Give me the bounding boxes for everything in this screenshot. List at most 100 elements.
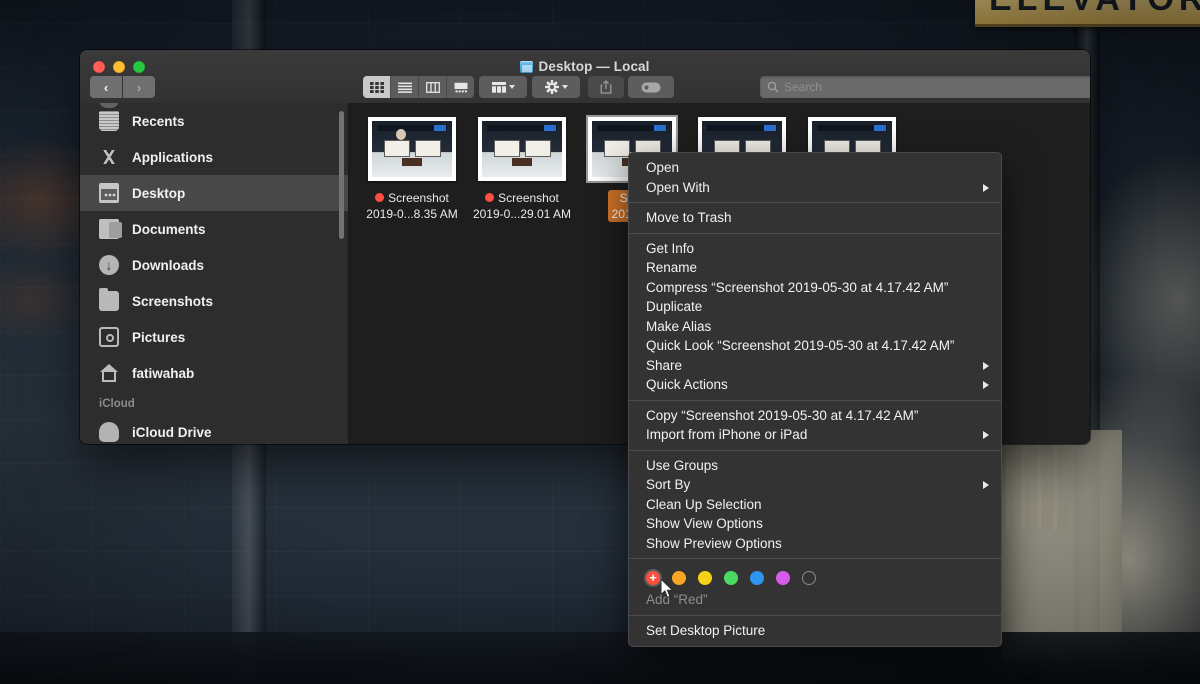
sidebar-item-label: Pictures bbox=[132, 330, 185, 345]
documents-icon bbox=[99, 219, 119, 239]
gallery-view-button[interactable] bbox=[447, 76, 474, 98]
columns-icon bbox=[426, 82, 440, 93]
menu-item-get-info[interactable]: Get Info bbox=[629, 239, 1001, 259]
menu-item-move-to-trash[interactable]: Move to Trash bbox=[629, 208, 1001, 228]
chevron-right-icon bbox=[983, 481, 989, 489]
search-input[interactable]: Search bbox=[760, 76, 1090, 98]
sidebar-item-applications[interactable]: Applications bbox=[80, 139, 348, 175]
file-name-line2: 2019-0...29.01 AM bbox=[473, 207, 571, 221]
tag-green-button[interactable] bbox=[724, 571, 738, 585]
share-icon bbox=[600, 80, 612, 94]
menu-item-copy[interactable]: Copy “Screenshot 2019-05-30 at 4.17.42 A… bbox=[629, 406, 1001, 426]
sidebar-item-label: Desktop bbox=[132, 186, 185, 201]
menu-item-label: Open With bbox=[646, 180, 710, 195]
tag-dot-icon bbox=[485, 193, 494, 202]
sidebar-item-label: Downloads bbox=[132, 258, 204, 273]
navigation-buttons: ‹ › bbox=[90, 76, 155, 98]
menu-item-sort-by[interactable]: Sort By bbox=[629, 475, 1001, 495]
tag-color-row bbox=[629, 564, 1001, 587]
sidebar-section-icloud: iCloud bbox=[80, 391, 348, 414]
menu-item-open-with[interactable]: Open With bbox=[629, 178, 1001, 198]
menu-item-set-desktop-picture[interactable]: Set Desktop Picture bbox=[629, 621, 1001, 641]
chevron-down-icon bbox=[509, 85, 515, 89]
gear-icon bbox=[545, 80, 559, 94]
window-title-text: Desktop — Local bbox=[538, 59, 649, 74]
forward-button[interactable]: › bbox=[123, 76, 155, 98]
menu-item-use-groups[interactable]: Use Groups bbox=[629, 456, 1001, 476]
menu-item-make-alias[interactable]: Make Alias bbox=[629, 317, 1001, 337]
sidebar-item-screenshots[interactable]: Screenshots bbox=[80, 283, 348, 319]
sidebar: Recents Applications Desktop Documents D… bbox=[80, 103, 349, 444]
menu-item-duplicate[interactable]: Duplicate bbox=[629, 297, 1001, 317]
sidebar-item-recents[interactable]: Recents bbox=[80, 103, 348, 139]
toolbar: ‹ › bbox=[80, 75, 1090, 103]
sidebar-item-fatiwahab[interactable]: fatiwahab bbox=[80, 355, 348, 391]
pictures-icon bbox=[99, 327, 119, 347]
sidebar-item-pictures[interactable]: Pictures bbox=[80, 319, 348, 355]
tag-yellow-button[interactable] bbox=[698, 571, 712, 585]
action-menu-button[interactable] bbox=[532, 76, 580, 98]
desktop-icon bbox=[99, 183, 119, 203]
grid-icon bbox=[370, 82, 384, 93]
view-mode-segmented-control bbox=[363, 76, 474, 98]
window-titlebar: Desktop — Local ‹ › bbox=[80, 50, 1090, 104]
file-name-line1: Screenshot bbox=[498, 191, 559, 205]
file-name-line1: Screenshot bbox=[388, 191, 449, 205]
menu-item-open[interactable]: Open bbox=[629, 158, 1001, 178]
back-button[interactable]: ‹ bbox=[90, 76, 122, 98]
file-thumbnail[interactable] bbox=[368, 117, 456, 181]
menu-item-share[interactable]: Share bbox=[629, 356, 1001, 376]
file-item[interactable]: Screenshot 2019-0...8.35 AM bbox=[357, 117, 467, 222]
menu-item-rename[interactable]: Rename bbox=[629, 258, 1001, 278]
tag-dot-icon bbox=[375, 193, 384, 202]
search-icon bbox=[767, 81, 779, 93]
column-view-button[interactable] bbox=[419, 76, 447, 98]
tags-button[interactable] bbox=[628, 76, 674, 98]
window-title: Desktop — Local bbox=[80, 59, 1090, 74]
menu-item-quick-actions[interactable]: Quick Actions bbox=[629, 375, 1001, 395]
menu-item-show-view-options[interactable]: Show View Options bbox=[629, 514, 1001, 534]
sidebar-item-icloud-drive[interactable]: iCloud Drive bbox=[80, 414, 348, 444]
menu-item-show-preview-options[interactable]: Show Preview Options bbox=[629, 534, 1001, 554]
sidebar-item-label: Recents bbox=[132, 114, 185, 129]
group-by-button[interactable] bbox=[479, 76, 527, 98]
tag-none-button[interactable] bbox=[802, 571, 816, 585]
menu-separator bbox=[629, 450, 1001, 451]
chevron-right-icon bbox=[983, 381, 989, 389]
tag-purple-button[interactable] bbox=[776, 571, 790, 585]
file-name-line2: 2019-0...8.35 AM bbox=[366, 207, 457, 221]
file-thumbnail[interactable] bbox=[478, 117, 566, 181]
tag-red-button[interactable] bbox=[646, 571, 660, 585]
sidebar-item-label: Applications bbox=[132, 150, 213, 165]
menu-item-label: Quick Actions bbox=[646, 377, 728, 392]
share-button[interactable] bbox=[588, 76, 624, 98]
sidebar-item-desktop[interactable]: Desktop bbox=[80, 175, 348, 211]
downloads-icon bbox=[99, 255, 119, 275]
file-label[interactable]: Screenshot 2019-0...29.01 AM bbox=[473, 190, 571, 222]
gallery-icon bbox=[454, 82, 468, 93]
chevron-right-icon bbox=[983, 431, 989, 439]
chevron-down-icon bbox=[562, 85, 568, 89]
sidebar-item-documents[interactable]: Documents bbox=[80, 211, 348, 247]
mouse-cursor bbox=[661, 579, 674, 599]
home-icon bbox=[99, 363, 119, 383]
menu-item-import-from-iphone[interactable]: Import from iPhone or iPad bbox=[629, 425, 1001, 445]
icloud-icon bbox=[99, 422, 119, 442]
tag-orange-button[interactable] bbox=[672, 571, 686, 585]
list-view-button[interactable] bbox=[391, 76, 419, 98]
sidebar-item-label: fatiwahab bbox=[132, 366, 194, 381]
sidebar-scrollbar[interactable] bbox=[339, 111, 344, 239]
icon-view-button[interactable] bbox=[363, 76, 391, 98]
menu-item-quick-look[interactable]: Quick Look “Screenshot 2019-05-30 at 4.1… bbox=[629, 336, 1001, 356]
menu-item-clean-up-selection[interactable]: Clean Up Selection bbox=[629, 495, 1001, 515]
sidebar-item-downloads[interactable]: Downloads bbox=[80, 247, 348, 283]
chevron-right-icon bbox=[983, 362, 989, 370]
file-label[interactable]: Screenshot 2019-0...8.35 AM bbox=[366, 190, 457, 222]
tag-blue-button[interactable] bbox=[750, 571, 764, 585]
context-menu: Open Open With Move to Trash Get Info Re… bbox=[628, 152, 1002, 647]
menu-separator bbox=[629, 233, 1001, 234]
menu-item-compress[interactable]: Compress “Screenshot 2019-05-30 at 4.17.… bbox=[629, 278, 1001, 298]
file-item[interactable]: Screenshot 2019-0...29.01 AM bbox=[467, 117, 577, 222]
menu-item-label: Import from iPhone or iPad bbox=[646, 427, 807, 442]
search-placeholder: Search bbox=[784, 80, 822, 94]
